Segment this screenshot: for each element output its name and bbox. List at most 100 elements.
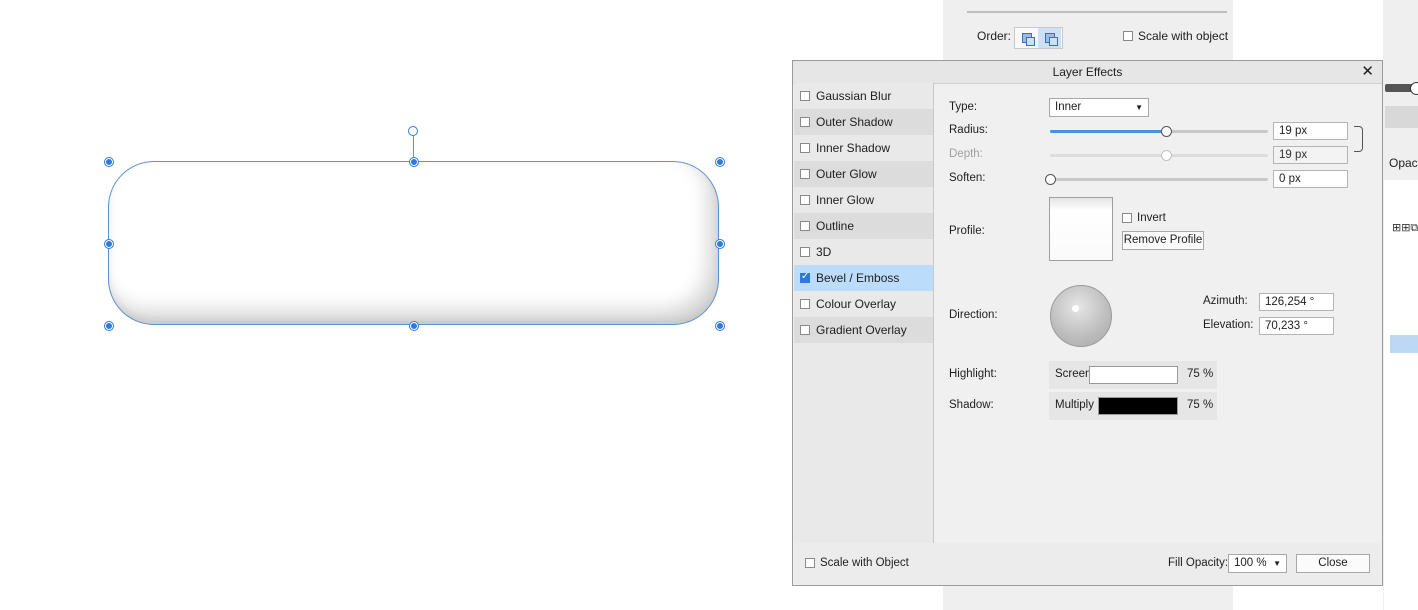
footer-scale-label: Scale with Object (820, 557, 909, 569)
resize-handle-top-right[interactable] (716, 158, 724, 166)
right-panel-area (1384, 180, 1418, 610)
close-button[interactable]: Close (1296, 554, 1370, 573)
highlight-label: Highlight: (949, 368, 997, 380)
order-behind-icon (1021, 33, 1035, 46)
right-panel-header (1385, 106, 1418, 128)
depth-field[interactable]: 19 px (1273, 146, 1348, 164)
right-panel-grid-icons[interactable]: ⊞⊞⧉ (1392, 221, 1418, 235)
effect-item-gaussian-blur[interactable]: Gaussian Blur (794, 83, 933, 109)
effect-label: Outline (816, 219, 855, 233)
effect-checkbox[interactable] (800, 169, 810, 179)
soften-label: Soften: (949, 172, 986, 184)
direction-label: Direction: (949, 309, 998, 321)
shadow-color-swatch[interactable] (1098, 397, 1178, 415)
chevron-down-icon: ▼ (1135, 103, 1143, 112)
order-label: Order: (977, 29, 1012, 43)
scale-with-object-label: Scale with object (1138, 29, 1229, 43)
effect-item-outer-shadow[interactable]: Outer Shadow (794, 109, 933, 135)
resize-handle-left[interactable] (105, 240, 113, 248)
effect-label: Inner Shadow (816, 141, 891, 155)
effect-item-3d[interactable]: 3D (794, 239, 933, 265)
footer-scale-option[interactable]: Scale with Object (805, 557, 909, 569)
azimuth-field[interactable]: 126,254 ° (1259, 293, 1334, 311)
light-direction-sphere[interactable] (1050, 285, 1112, 347)
resize-handle-bottom-right[interactable] (716, 322, 724, 330)
soften-slider[interactable] (1050, 178, 1268, 181)
radius-slider-fill (1050, 130, 1166, 133)
type-label: Type: (949, 101, 978, 113)
shadow-label: Shadow: (949, 399, 994, 411)
effect-checkbox[interactable] (800, 195, 810, 205)
effects-list: Gaussian Blur Outer Shadow Inner Shadow Out… (794, 83, 934, 543)
azimuth-label: Azimuth: (1203, 295, 1248, 307)
radius-slider-thumb[interactable] (1160, 126, 1172, 137)
effect-item-outline[interactable]: Outline (794, 213, 933, 239)
order-front-icon (1044, 33, 1058, 46)
studio-divider (967, 11, 1227, 13)
soften-field[interactable]: 0 px (1273, 170, 1348, 188)
effect-checkbox[interactable] (800, 271, 810, 283)
highlight-opacity[interactable]: 75 % (1187, 368, 1213, 380)
effect-item-inner-shadow[interactable]: Inner Shadow (794, 135, 933, 161)
resize-handle-top[interactable] (410, 158, 418, 166)
right-panel-slider-thumb[interactable] (1410, 82, 1418, 95)
depth-slider[interactable] (1050, 154, 1268, 157)
order-front-button[interactable] (1038, 28, 1061, 48)
effect-item-gradient-overlay[interactable]: Gradient Overlay (794, 317, 933, 343)
effect-label: Bevel / Emboss (816, 271, 900, 285)
elevation-field[interactable]: 70,233 ° (1259, 317, 1334, 335)
effect-label: Colour Overlay (816, 297, 897, 311)
shadow-mode[interactable]: Multiply (1055, 399, 1094, 411)
remove-profile-button[interactable]: Remove Profile (1122, 231, 1204, 250)
effect-item-colour-overlay[interactable]: Colour Overlay (794, 291, 933, 317)
scale-with-object-option[interactable]: Scale with object (1123, 29, 1228, 43)
invert-option[interactable]: Invert (1122, 212, 1166, 224)
fill-opacity-value: 100 % (1234, 557, 1267, 569)
effect-checkbox[interactable] (800, 143, 810, 153)
link-icon[interactable] (1354, 126, 1363, 152)
dialog-title-bar: Layer Effects ✕ (793, 61, 1382, 84)
resize-handle-top-left[interactable] (105, 158, 113, 166)
effect-checkbox[interactable] (800, 221, 810, 231)
effect-label: Outer Shadow (816, 115, 893, 129)
close-icon[interactable]: ✕ (1361, 63, 1374, 81)
depth-label: Depth: (949, 148, 983, 160)
footer-scale-checkbox[interactable] (805, 558, 815, 568)
resize-handle-bottom[interactable] (410, 322, 418, 330)
selection-box (108, 161, 719, 325)
light-direction-dot[interactable] (1072, 305, 1079, 312)
invert-label: Invert (1137, 212, 1166, 224)
shadow-opacity[interactable]: 75 % (1187, 399, 1213, 411)
profile-curve-preview[interactable] (1049, 197, 1113, 261)
chevron-down-icon: ▼ (1273, 559, 1281, 568)
fill-opacity-dropdown[interactable]: 100 % ▼ (1228, 554, 1287, 573)
radius-slider[interactable] (1050, 130, 1268, 133)
effect-checkbox[interactable] (800, 247, 810, 257)
rotation-handle[interactable] (408, 126, 418, 136)
type-dropdown[interactable]: Inner ▼ (1049, 98, 1149, 117)
right-panel-selected-row[interactable] (1390, 335, 1418, 353)
effect-checkbox[interactable] (800, 117, 810, 127)
profile-label: Profile: (949, 225, 985, 237)
radius-field[interactable]: 19 px (1273, 122, 1348, 140)
right-panel-opacity-label: Opaci (1389, 156, 1418, 170)
depth-slider-thumb[interactable] (1160, 150, 1172, 161)
elevation-label: Elevation: (1203, 319, 1254, 331)
invert-checkbox[interactable] (1122, 213, 1132, 223)
scale-with-object-checkbox[interactable] (1123, 31, 1133, 41)
effect-item-bevel-emboss[interactable]: Bevel / Emboss (794, 265, 933, 291)
effect-item-outer-glow[interactable]: Outer Glow (794, 161, 933, 187)
radius-label: Radius: (949, 124, 988, 136)
effect-checkbox[interactable] (800, 91, 810, 101)
effect-label: Inner Glow (816, 193, 875, 207)
order-behind-button[interactable] (1015, 28, 1038, 48)
resize-handle-right[interactable] (716, 240, 724, 248)
highlight-mode[interactable]: Screen (1055, 368, 1091, 380)
effect-label: Gradient Overlay (816, 323, 907, 337)
resize-handle-bottom-left[interactable] (105, 322, 113, 330)
effect-checkbox[interactable] (800, 325, 810, 335)
effect-checkbox[interactable] (800, 299, 810, 309)
soften-slider-thumb[interactable] (1045, 174, 1056, 185)
highlight-color-swatch[interactable] (1089, 366, 1178, 384)
effect-item-inner-glow[interactable]: Inner Glow (794, 187, 933, 213)
